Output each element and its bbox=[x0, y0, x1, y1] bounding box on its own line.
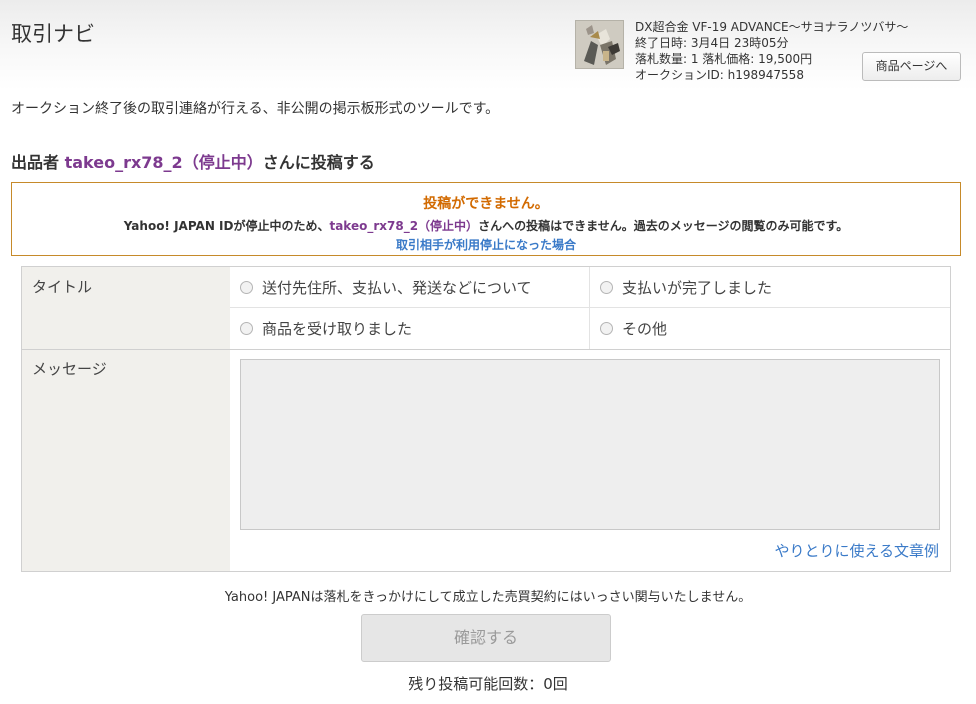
robot-figure-image bbox=[576, 21, 623, 68]
post-heading: 出品者 takeo_rx78_2（停止中）さんに投稿する bbox=[11, 149, 375, 173]
radio-button[interactable] bbox=[600, 322, 613, 335]
product-thumbnail[interactable] bbox=[575, 20, 624, 69]
product-end-time: 終了日時: 3月4日 23時05分 bbox=[635, 36, 789, 50]
title-option-shipping[interactable]: 送付先住所、支払い、発送などについて bbox=[240, 277, 532, 298]
row-divider bbox=[22, 349, 950, 350]
title-option-received[interactable]: 商品を受け取りました bbox=[240, 318, 412, 339]
title-option-other[interactable]: その他 bbox=[600, 318, 667, 339]
message-textarea[interactable] bbox=[240, 359, 940, 530]
radio-button[interactable] bbox=[240, 281, 253, 294]
post-heading-prefix: 出品者 bbox=[11, 153, 65, 172]
seller-name: takeo_rx78_2（停止中） bbox=[64, 153, 263, 172]
error-box: 投稿ができません。 Yahoo! JAPAN IDが停止中のため、takeo_r… bbox=[11, 182, 961, 256]
product-page-button[interactable]: 商品ページへ bbox=[862, 52, 961, 81]
disclaimer-text: Yahoo! JAPANは落札をきっかけにして成立した売買契約にはいっさい関与い… bbox=[224, 590, 752, 605]
radio-button[interactable] bbox=[240, 322, 253, 335]
error-desc-suffix: さんへの投稿はできません。過去のメッセージの閲覧のみ可能です。 bbox=[478, 219, 849, 233]
remaining-posts-count: 残り投稿可能回数：0回 bbox=[408, 675, 568, 693]
form-label-column bbox=[22, 267, 230, 571]
suspended-partner-help-link[interactable]: 取引相手が利用停止になった場合 bbox=[396, 236, 576, 253]
message-form: タイトル メッセージ 送付先住所、支払い、発送などについて 支払いが完了しました… bbox=[21, 266, 951, 572]
intro-text: オークション終了後の取引連絡が行える、非公開の掲示板形式のツールです。 bbox=[11, 101, 500, 117]
radio-grid-divider-horizontal bbox=[230, 307, 950, 308]
title-option-label: 商品を受け取りました bbox=[262, 320, 413, 338]
example-sentences-link[interactable]: やりとりに使える文章例 bbox=[774, 540, 939, 561]
radio-button[interactable] bbox=[600, 281, 613, 294]
title-option-label: 支払いが完了しました bbox=[622, 279, 773, 297]
title-option-label: 送付先住所、支払い、発送などについて bbox=[262, 279, 532, 297]
product-name: DX超合金 VF-19 ADVANCE～サヨナラノツバサ～ bbox=[635, 20, 909, 34]
message-label: メッセージ bbox=[32, 360, 107, 378]
page-title: 取引ナビ bbox=[11, 22, 95, 46]
error-desc-prefix: Yahoo! JAPAN IDが停止中のため、 bbox=[123, 219, 330, 233]
confirm-button[interactable]: 確認する bbox=[361, 614, 611, 662]
error-desc-seller: takeo_rx78_2（停止中） bbox=[329, 219, 479, 233]
title-option-label: その他 bbox=[622, 320, 668, 338]
title-label: タイトル bbox=[32, 278, 93, 296]
error-title: 投稿ができません。 bbox=[423, 196, 549, 212]
radio-grid-divider-vertical bbox=[589, 267, 590, 349]
title-option-payment-complete[interactable]: 支払いが完了しました bbox=[600, 277, 772, 298]
post-heading-suffix: さんに投稿する bbox=[262, 153, 375, 172]
error-description: Yahoo! JAPAN IDが停止中のため、takeo_rx78_2（停止中）… bbox=[12, 217, 960, 234]
